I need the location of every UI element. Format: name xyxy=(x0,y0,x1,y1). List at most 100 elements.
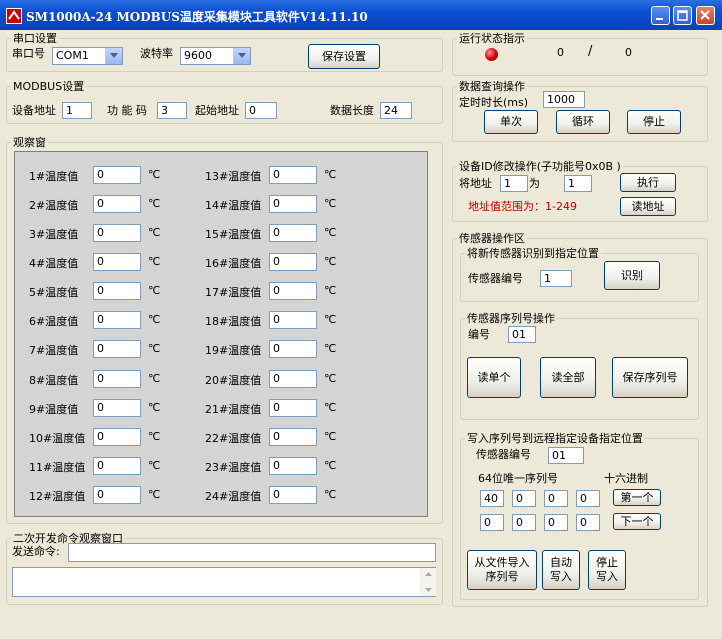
temp-value-field[interactable]: 0 xyxy=(269,457,317,475)
celsius-unit: ℃ xyxy=(148,488,161,501)
first-button[interactable]: 第一个 xyxy=(613,489,661,506)
temp-value-field[interactable]: 0 xyxy=(269,195,317,213)
temp-value-field[interactable]: 0 xyxy=(269,340,317,358)
serial-byte-input[interactable]: 0 xyxy=(576,490,600,507)
temp-value-field[interactable]: 0 xyxy=(93,428,141,446)
interval-input[interactable]: 1000 xyxy=(543,91,585,108)
sensor-area-legend: 传感器操作区 xyxy=(459,232,525,245)
temp-value-field[interactable]: 0 xyxy=(93,311,141,329)
serial-byte-input[interactable]: 0 xyxy=(544,514,568,531)
serial-op-number-input[interactable]: 01 xyxy=(508,326,536,343)
chevron-down-icon[interactable] xyxy=(105,48,122,64)
temp-value-field[interactable]: 0 xyxy=(269,282,317,300)
execute-button[interactable]: 执行 xyxy=(620,173,676,192)
temp-value-field[interactable]: 0 xyxy=(269,370,317,388)
save-settings-button[interactable]: 保存设置 xyxy=(308,44,380,69)
run-status-legend: 运行状态指示 xyxy=(459,32,525,45)
celsius-unit: ℃ xyxy=(148,168,161,181)
temp-value-field[interactable]: 0 xyxy=(269,486,317,504)
auto-write-button[interactable]: 自动 写入 xyxy=(542,550,580,590)
hex-label: 十六进制 xyxy=(604,472,648,485)
read-all-button[interactable]: 读全部 xyxy=(540,357,596,398)
read-address-button[interactable]: 读地址 xyxy=(620,197,676,216)
serial-byte-input[interactable]: 0 xyxy=(544,490,568,507)
port-select[interactable]: COM1 xyxy=(52,47,123,65)
temp-value-field[interactable]: 0 xyxy=(269,253,317,271)
single-query-button[interactable]: 单次 xyxy=(484,110,538,134)
celsius-unit: ℃ xyxy=(148,313,161,326)
app-icon xyxy=(6,8,22,24)
from-address-label: 将地址 xyxy=(459,177,492,190)
temp-value-field[interactable]: 0 xyxy=(93,195,141,213)
serial-byte-input[interactable]: 0 xyxy=(512,514,536,531)
celsius-unit: ℃ xyxy=(324,226,337,239)
temp-value-field[interactable]: 0 xyxy=(93,224,141,242)
temp-label: 5#温度值 xyxy=(29,286,79,299)
maximize-button[interactable] xyxy=(673,6,692,25)
celsius-unit: ℃ xyxy=(148,430,161,443)
temp-value-field[interactable]: 0 xyxy=(269,224,317,242)
save-serial-button[interactable]: 保存序列号 xyxy=(612,357,688,398)
temp-value-field[interactable]: 0 xyxy=(93,370,141,388)
send-command-input[interactable] xyxy=(68,543,436,562)
close-button[interactable] xyxy=(696,6,715,25)
import-from-file-button[interactable]: 从文件导入 序列号 xyxy=(467,550,537,590)
temp-value-field[interactable]: 0 xyxy=(93,457,141,475)
temp-value-field[interactable]: 0 xyxy=(93,253,141,271)
write-serial-legend: 写入序列号到远程指定设备指定位置 xyxy=(467,432,643,445)
temp-label: 24#温度值 xyxy=(205,490,262,503)
celsius-unit: ℃ xyxy=(148,401,161,414)
status-left-count: 0 xyxy=(557,46,564,59)
to-address-input[interactable]: 1 xyxy=(564,175,592,192)
temp-value-field[interactable]: 0 xyxy=(93,486,141,504)
write-number-label: 传感器编号 xyxy=(476,448,531,461)
data-length-label: 数据长度 xyxy=(330,104,374,117)
stop-query-button[interactable]: 停止 xyxy=(627,110,681,134)
serial-byte-input[interactable]: 0 xyxy=(480,514,504,531)
temp-value-field[interactable]: 0 xyxy=(93,399,141,417)
serial-byte-input[interactable]: 40 xyxy=(480,490,504,507)
unique-serial-label: 64位唯一序列号 xyxy=(478,472,558,485)
serial-byte-input[interactable]: 0 xyxy=(576,514,600,531)
baud-label: 波特率 xyxy=(140,47,173,60)
temp-value-field[interactable]: 0 xyxy=(269,428,317,446)
from-address-input[interactable]: 1 xyxy=(500,175,528,192)
celsius-unit: ℃ xyxy=(324,401,337,414)
read-single-button[interactable]: 读单个 xyxy=(467,357,521,398)
temp-value-field[interactable]: 0 xyxy=(269,166,317,184)
chevron-down-icon[interactable] xyxy=(233,48,250,64)
temp-label: 23#温度值 xyxy=(205,461,262,474)
output-scrollbar[interactable] xyxy=(420,568,436,596)
close-icon xyxy=(700,10,710,20)
temp-value-field[interactable]: 0 xyxy=(93,340,141,358)
baud-select[interactable]: 9600 xyxy=(180,47,251,65)
device-address-input[interactable]: 1 xyxy=(62,102,92,119)
temp-value-field[interactable]: 0 xyxy=(93,166,141,184)
temp-label: 12#温度值 xyxy=(29,490,86,503)
temp-label: 13#温度值 xyxy=(205,170,262,183)
temp-label: 4#温度值 xyxy=(29,257,79,270)
command-output-area[interactable] xyxy=(12,567,436,597)
minimize-button[interactable] xyxy=(651,6,670,25)
port-select-value: COM1 xyxy=(56,49,89,62)
next-button[interactable]: 下一个 xyxy=(613,513,661,530)
port-label: 串口号 xyxy=(12,47,45,60)
temp-value-field[interactable]: 0 xyxy=(269,311,317,329)
start-address-label: 起始地址 xyxy=(195,104,239,117)
temp-value-field[interactable]: 0 xyxy=(269,399,317,417)
identify-button[interactable]: 识别 xyxy=(604,261,660,290)
data-length-input[interactable]: 24 xyxy=(380,102,412,119)
celsius-unit: ℃ xyxy=(324,197,337,210)
function-code-input[interactable]: 3 xyxy=(157,102,187,119)
loop-query-button[interactable]: 循环 xyxy=(556,110,610,134)
stop-write-button[interactable]: 停止 写入 xyxy=(588,550,626,590)
serial-op-number-label: 编号 xyxy=(468,328,490,341)
celsius-unit: ℃ xyxy=(324,284,337,297)
start-address-input[interactable]: 0 xyxy=(245,102,277,119)
identify-number-input[interactable]: 1 xyxy=(540,270,572,287)
write-number-input[interactable]: 01 xyxy=(548,447,584,464)
identify-number-label: 传感器编号 xyxy=(468,272,523,285)
temp-value-field[interactable]: 0 xyxy=(93,282,141,300)
serial-byte-input[interactable]: 0 xyxy=(512,490,536,507)
temp-label: 7#温度值 xyxy=(29,344,79,357)
